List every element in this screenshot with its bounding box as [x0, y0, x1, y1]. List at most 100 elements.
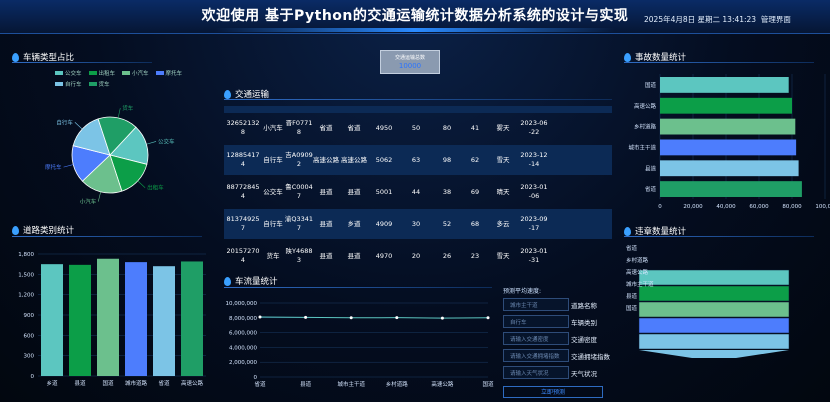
bar[interactable] [660, 139, 797, 156]
funnel-legend-label: 县道 [626, 292, 638, 300]
table-cell: 2023-06 -22 [520, 119, 548, 136]
table-cell: 5062 [375, 155, 393, 164]
x-tick-label: 20,000 [683, 204, 703, 210]
y-tick-label: 2,000,000 [229, 360, 257, 366]
pie-leader [117, 108, 121, 118]
line-point[interactable] [349, 316, 353, 320]
legend-swatch [122, 71, 131, 75]
funnel-segment[interactable] [638, 285, 790, 302]
accident-bar-chart: 0 20,000 40,000 60,000 80,000 100,00 国道高速公路乡村道… [628, 74, 830, 210]
y-tick-label: 4,000,000 [229, 345, 257, 351]
legend-item[interactable]: 小汽车 [122, 69, 149, 77]
bar[interactable] [41, 264, 63, 376]
funnel-legend-label: 乡村道路 [626, 256, 649, 264]
legend-item[interactable]: 自行车 [55, 80, 82, 88]
pie-leader [97, 191, 101, 202]
funnel-segment[interactable] [638, 317, 790, 334]
table-cell: 80 [442, 123, 452, 132]
x-tick-label: 0 [658, 204, 662, 210]
table-cell: 20157270 4 [226, 247, 260, 264]
bar[interactable] [153, 266, 175, 376]
legend-item[interactable]: 出租车 [88, 69, 115, 77]
legend-swatch [55, 71, 63, 75]
legend-swatch [88, 71, 97, 75]
line-point[interactable] [440, 316, 444, 320]
form-input[interactable]: 请输入交通拥堵指数 [503, 349, 569, 362]
y-tick-label: 乡村道路 [634, 123, 657, 131]
pie-leader [137, 180, 146, 188]
bar[interactable] [660, 118, 796, 135]
pie-label: 摩托车 [45, 163, 62, 171]
form-label: 交通密度 [571, 336, 597, 344]
dashboard: 欢迎使用 基于Python的交通运输统计数据分析系统的设计与实现 2025年4月… [0, 0, 830, 402]
funnel-legend-label: 省道 [626, 244, 638, 252]
x-tick-label: 60,000 [749, 204, 769, 210]
funnel-segment[interactable] [638, 269, 790, 286]
pie-label: 货车 [122, 104, 134, 112]
form-label: 道路名称 [571, 302, 597, 310]
pie-leader [63, 164, 74, 168]
predict-button[interactable]: 立即预测 [503, 386, 603, 398]
legend-item[interactable]: 摩托车 [155, 69, 182, 77]
funnel-segment[interactable] [638, 301, 790, 318]
table-cell: 12885417 4 [226, 151, 260, 168]
legend-swatch [155, 71, 164, 75]
line-point[interactable] [395, 316, 399, 320]
total-stat-value: 10000 [398, 62, 422, 70]
x-tick-label: 乡道 [46, 379, 58, 387]
table-cell: 多云 [496, 219, 510, 228]
bar[interactable] [181, 261, 203, 376]
road-bar-chart: 0 300 600 900 1,200 1,500 1,800 乡道 县道 国道 城市道路 省道 高速公… [18, 252, 206, 387]
table-row[interactable]: 12885417 4 自行车 吉A0909 2 高速公路 高速公路 5062 63 98 62 雪… [224, 145, 612, 175]
table-cell: 32652132 8 [226, 119, 260, 136]
form-row: 请输入交通密度 交通密度 [503, 332, 613, 345]
funnel-segment[interactable] [638, 333, 790, 350]
form-input[interactable]: 城市主干道 [503, 298, 569, 311]
form-row: 请输入交通拥堵指数 交通拥堵指数 [503, 349, 613, 362]
legend-item[interactable]: 货车 [88, 80, 110, 88]
bar[interactable] [125, 262, 147, 376]
table-row[interactable]: 88772845 4 公交车 鲁C0004 7 县道 县道 5001 44 38 69 晴天 202… [224, 177, 612, 207]
drop-icon [624, 52, 631, 62]
table-cell: 2023-09 -17 [520, 215, 548, 232]
table-cell: 52 [442, 219, 452, 228]
table-cell: 晴天 [496, 187, 510, 196]
road-panel-title: 道路类别统计 [12, 224, 74, 236]
x-tick-label: 省道 [254, 380, 266, 388]
y-tick-label: 高速公路 [634, 102, 657, 110]
bar[interactable] [660, 97, 792, 114]
legend-label: 小汽车 [132, 71, 149, 77]
table-cell: 2023-01 -06 [520, 183, 548, 200]
table-row[interactable]: 20157270 4 货车 陕Y4688 3 县道 县道 4970 20 26 23 雪天 2023… [224, 241, 612, 271]
line-point[interactable] [304, 315, 308, 319]
bar[interactable] [69, 264, 91, 376]
line-point[interactable] [486, 316, 490, 320]
y-tick-label: 1,500 [18, 272, 34, 278]
funnel-legend-label: 高速公路 [626, 268, 649, 276]
bar[interactable] [660, 77, 789, 93]
bar[interactable] [660, 181, 802, 197]
table-row[interactable]: 81374925 7 自行车 渝Q3341 7 县道 乡道 4909 30 52 68 多云 202… [224, 209, 612, 239]
y-tick-label: 600 [24, 333, 35, 339]
table-row[interactable]: 32652132 8 小汽车 晋F0771 8 省道 省道 4950 50 80 41 雾天 202… [224, 113, 612, 143]
admin-link[interactable]: 管理界面 [761, 15, 791, 24]
legend-item[interactable]: 公交车 [55, 69, 82, 77]
y-tick-label: 8,000,000 [229, 316, 257, 322]
line-point[interactable] [258, 315, 262, 319]
form-input[interactable]: 请输入交通密度 [503, 332, 569, 345]
bar[interactable] [660, 160, 799, 177]
table-header [224, 106, 612, 113]
funnel-tip[interactable] [639, 350, 789, 358]
table-cell: 4950 [375, 123, 393, 132]
pie-leader [74, 122, 83, 130]
drop-icon [224, 89, 231, 99]
drop-icon [12, 52, 19, 62]
form-input[interactable]: 请输入天气状况 [503, 366, 569, 379]
form-input[interactable]: 自行车 [503, 315, 569, 328]
header-meta: 2025年4月8日 星期二 13:41:23 管理界面 [644, 14, 791, 25]
x-tick-label: 省道 [158, 379, 170, 387]
table-cell: 20 [411, 251, 421, 260]
pie-label: 小汽车 [80, 198, 97, 206]
bar[interactable] [97, 258, 119, 376]
pie-label: 自行车 [56, 118, 73, 126]
